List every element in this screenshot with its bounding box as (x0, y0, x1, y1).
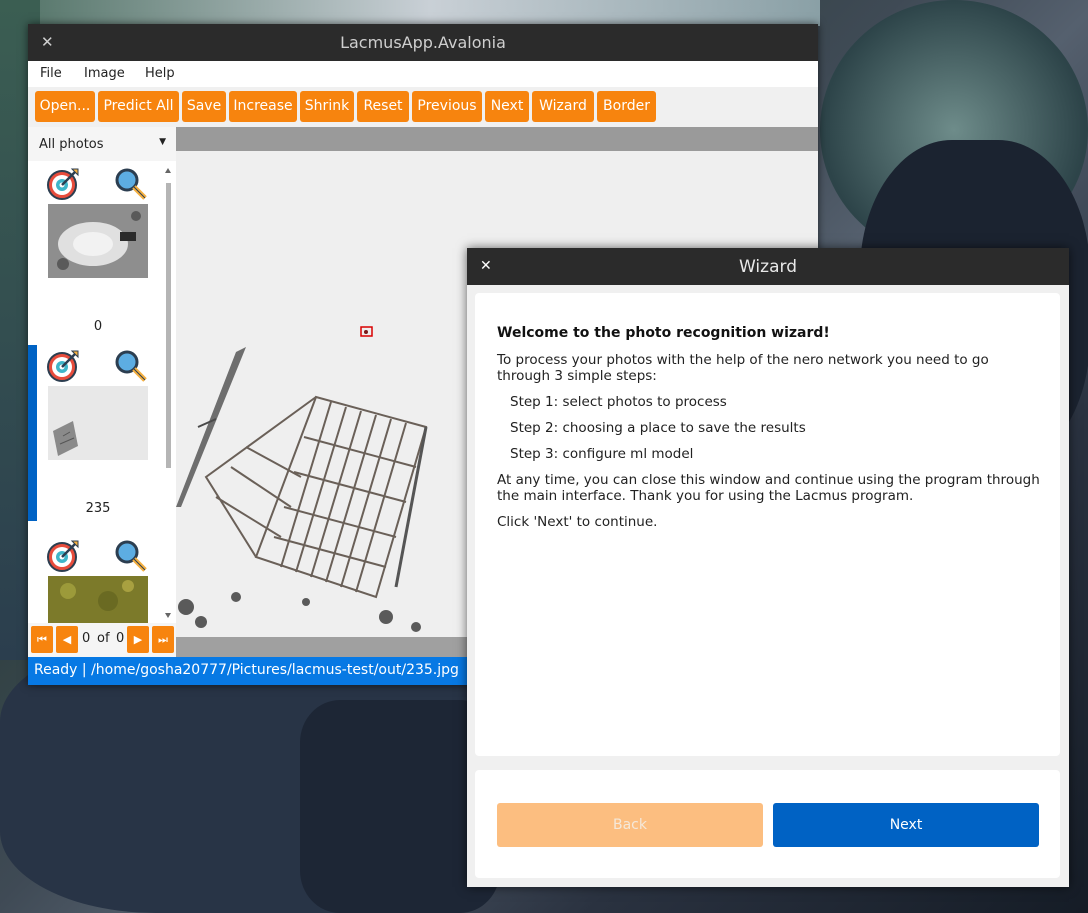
next-button[interactable]: Next (485, 91, 529, 122)
photo-sidebar: All photos ▼ 0 235 ⏮ ◀ 0 of 0 ▶ ⏭ (28, 127, 176, 657)
thumbnail-number: 235 (85, 501, 111, 516)
toolbar: Open... Predict All Save Increase Shrink… (28, 87, 818, 127)
save-button[interactable]: Save (182, 91, 226, 122)
wizard-step-3: Step 3: configure ml model (510, 446, 694, 462)
pager-of: of (97, 631, 110, 646)
predict-all-button[interactable]: Predict All (98, 91, 179, 122)
wizard-content: Welcome to the photo recognition wizard!… (475, 293, 1060, 756)
border-button[interactable]: Border (597, 91, 656, 122)
menubar: File Image Help (28, 61, 818, 87)
last-page-icon[interactable]: ⏭ (152, 626, 174, 653)
wizard-prompt: Click 'Next' to continue. (497, 514, 658, 530)
thumbnail-image (48, 204, 148, 278)
previous-button[interactable]: Previous (412, 91, 482, 122)
pager: ⏮ ◀ 0 of 0 ▶ ⏭ (28, 623, 176, 657)
magnifier-icon[interactable] (114, 539, 148, 573)
thumbnail-item[interactable] (28, 535, 158, 623)
chevron-down-icon: ▼ (159, 137, 166, 147)
wizard-window: ✕ Wizard Welcome to the photo recognitio… (467, 248, 1069, 887)
menu-image[interactable]: Image (84, 66, 125, 81)
pager-total: 0 (116, 631, 125, 646)
reset-button[interactable]: Reset (357, 91, 409, 122)
magnifier-icon[interactable] (114, 167, 148, 201)
next-button[interactable]: Next (773, 803, 1039, 847)
first-page-icon[interactable]: ⏮ (31, 626, 53, 653)
wizard-step-2: Step 2: choosing a place to save the res… (510, 420, 806, 436)
wizard-step-1: Step 1: select photos to process (510, 394, 727, 410)
target-icon[interactable] (46, 349, 80, 383)
wizard-intro: To process your photos with the help of … (497, 352, 989, 384)
wizard-heading: Welcome to the photo recognition wizard! (497, 325, 830, 341)
menu-file[interactable]: File (40, 66, 62, 81)
thumbnail-item[interactable]: 235 (28, 345, 158, 521)
target-icon[interactable] (46, 539, 80, 573)
filter-selected: All photos (39, 137, 104, 152)
wizard-footer: Back Next (475, 770, 1060, 878)
wizard-note: At any time, you can close this window a… (497, 472, 1040, 504)
thumbnail-number: 0 (93, 319, 103, 334)
status-text: Ready | /home/gosha20777/Pictures/lacmus… (34, 662, 459, 678)
window-title: LacmusApp.Avalonia (340, 33, 506, 52)
thumbnail-scrollbar[interactable] (162, 165, 174, 621)
pager-current: 0 (82, 631, 91, 646)
wizard-button[interactable]: Wizard (532, 91, 594, 122)
thumbnail-image (48, 386, 148, 460)
photo-filter-dropdown[interactable]: All photos ▼ (28, 127, 176, 161)
target-icon[interactable] (46, 167, 80, 201)
back-button[interactable]: Back (497, 803, 763, 847)
wizard-title: Wizard (739, 257, 797, 277)
thumbnail-item[interactable]: 0 (28, 163, 158, 339)
main-titlebar: ✕ LacmusApp.Avalonia (28, 24, 818, 61)
thumbnail-list: 0 235 (28, 163, 166, 623)
wizard-titlebar: ✕ Wizard (467, 248, 1069, 285)
menu-help[interactable]: Help (145, 66, 175, 81)
open-button[interactable]: Open... (35, 91, 95, 122)
magnifier-icon[interactable] (114, 349, 148, 383)
shrink-button[interactable]: Shrink (300, 91, 354, 122)
thumbnail-image (48, 576, 148, 623)
prev-page-icon[interactable]: ◀ (56, 626, 78, 653)
next-page-icon[interactable]: ▶ (127, 626, 149, 653)
increase-button[interactable]: Increase (229, 91, 297, 122)
